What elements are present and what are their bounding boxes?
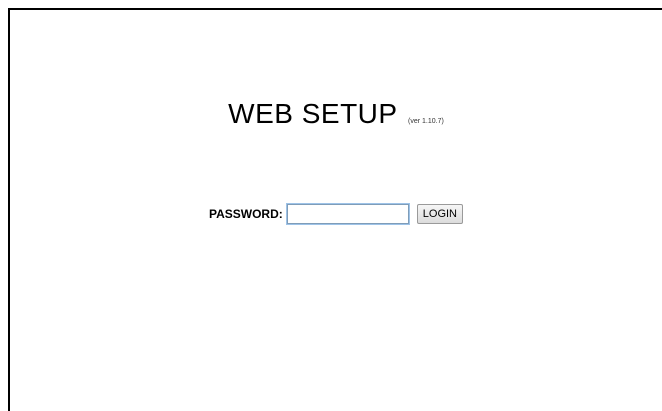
- title-row: WEB SETUP (ver 1.10.7): [10, 98, 662, 130]
- login-button[interactable]: LOGIN: [416, 204, 463, 224]
- password-label: PASSWORD:: [208, 207, 283, 221]
- version-label: (ver 1.10.7): [408, 118, 444, 125]
- password-input[interactable]: [286, 204, 409, 224]
- page-title: WEB SETUP: [228, 98, 398, 129]
- login-form: PASSWORD: LOGIN: [10, 204, 662, 224]
- page-frame: WEB SETUP (ver 1.10.7) PASSWORD: LOGIN: [8, 8, 662, 411]
